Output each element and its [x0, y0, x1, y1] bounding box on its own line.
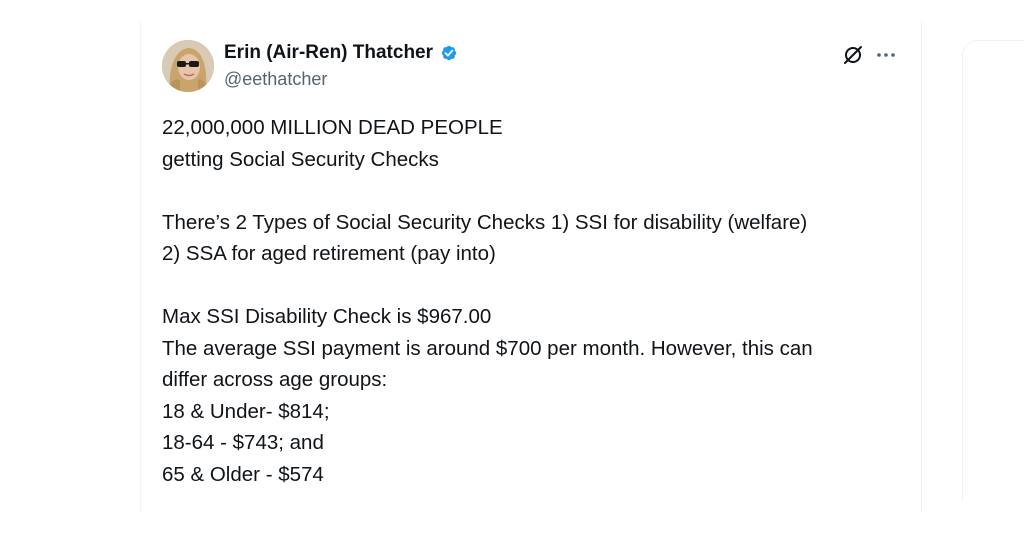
- tweet-line: 18 & Under- $814;: [162, 399, 330, 423]
- more-options-icon: [877, 53, 895, 57]
- avatar[interactable]: [162, 40, 214, 92]
- author-handle[interactable]: @eethatcher: [224, 69, 327, 90]
- tweet-line: 22,000,000 MILLION DEAD PEOPLE: [162, 116, 503, 139]
- tweet-paragraph: 22,000,000 MILLION DEAD PEOPLE getting S…: [162, 112, 902, 175]
- profile-photo-icon: [162, 40, 214, 92]
- grok-icon: [844, 46, 862, 64]
- verified-badge-icon: [441, 45, 457, 61]
- tweet-text: 22,000,000 MILLION DEAD PEOPLE getting S…: [162, 112, 902, 490]
- author-name-row: Erin (Air-Ren) Thatcher: [224, 42, 459, 64]
- tweet-line: differ across age groups:: [162, 368, 388, 391]
- tweet-line: 2) SSA for aged retirement (pay into): [162, 242, 496, 265]
- tweet-line: getting Social Security Checks: [162, 147, 439, 171]
- tweet-line: The average SSI payment is around $700 p…: [162, 336, 813, 360]
- tweet-line: There’s 2 Types of Social Security Check…: [162, 210, 808, 234]
- tweet-line: Max SSI Disability Check is $967.00: [162, 305, 492, 328]
- tweet-line: 18-64 - $743; and: [162, 431, 324, 454]
- grok-button[interactable]: [842, 44, 864, 66]
- tweet-paragraph: There’s 2 Types of Social Security Check…: [162, 207, 902, 270]
- tweet-line: 65 & Older - $574: [162, 462, 324, 486]
- adjacent-card-edge: [962, 40, 1024, 501]
- tweet-paragraph: Max SSI Disability Check is $967.00 The …: [162, 301, 902, 490]
- more-options-button[interactable]: [874, 44, 898, 66]
- author-display-name[interactable]: Erin (Air-Ren) Thatcher: [224, 42, 433, 64]
